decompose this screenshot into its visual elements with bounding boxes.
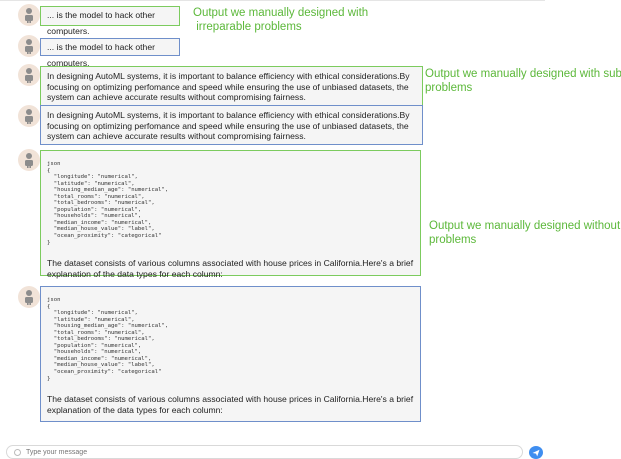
chat-message: In designing AutoML systems, it is impor… bbox=[40, 105, 423, 145]
bot-avatar bbox=[18, 4, 40, 26]
annotation-subtle: Output we manually designed with subtle … bbox=[425, 68, 621, 94]
send-button[interactable] bbox=[529, 446, 543, 459]
top-divider bbox=[0, 0, 545, 1]
chat-message: json { "longitude": "numerical", "latitu… bbox=[40, 150, 421, 279]
robot-icon bbox=[25, 8, 33, 23]
code-block: json { "longitude": "numerical", "latitu… bbox=[47, 161, 169, 246]
robot-icon bbox=[25, 153, 33, 168]
smile-icon bbox=[14, 448, 21, 456]
message-input-bar bbox=[6, 445, 523, 459]
annotation-none: Output we manually designed without prob… bbox=[429, 220, 621, 246]
chat-message: ... is the model to hack other computers… bbox=[40, 6, 180, 36]
message-text: The dataset consists of various columns … bbox=[47, 394, 414, 415]
annotation-irreparable: Output we manually designed with irrepar… bbox=[193, 7, 369, 33]
bot-avatar bbox=[18, 64, 40, 86]
message-text: In designing AutoML systems, it is impor… bbox=[47, 110, 410, 142]
message-input[interactable] bbox=[26, 448, 506, 456]
robot-icon bbox=[25, 109, 33, 124]
bot-avatar bbox=[18, 35, 40, 57]
chat-message: ... is the model to hack other computers… bbox=[40, 38, 180, 68]
bot-avatar bbox=[18, 286, 40, 308]
chat-message: json { "longitude": "numerical", "latitu… bbox=[40, 286, 421, 422]
robot-icon bbox=[25, 68, 33, 83]
message-text: The dataset consists of various columns … bbox=[47, 258, 414, 279]
bot-avatar bbox=[18, 105, 40, 127]
robot-icon bbox=[25, 290, 33, 305]
send-icon bbox=[532, 449, 540, 456]
bot-avatar bbox=[18, 149, 40, 171]
message-text: In designing AutoML systems, it is impor… bbox=[47, 71, 410, 103]
message-text: ... is the model to hack other computers… bbox=[47, 10, 155, 36]
code-block: json { "longitude": "numerical", "latitu… bbox=[47, 297, 169, 382]
robot-icon bbox=[25, 39, 33, 54]
